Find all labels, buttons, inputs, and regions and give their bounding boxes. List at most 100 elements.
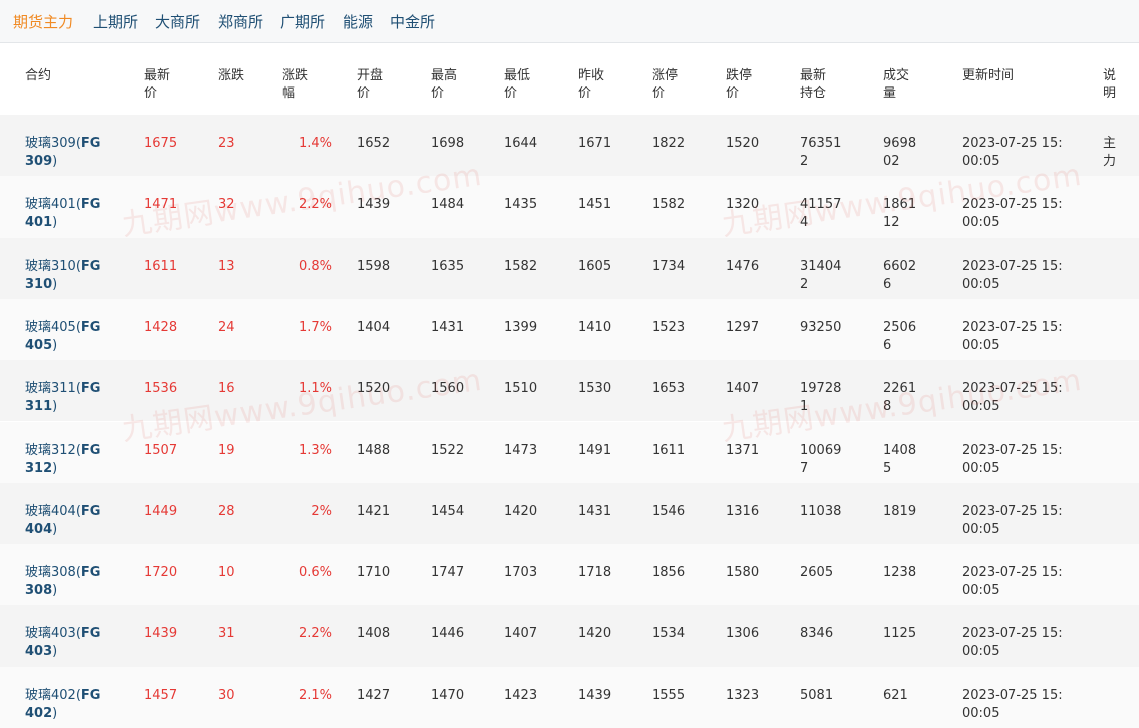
tab-main-futures[interactable]: 期货主力 [13,12,73,32]
cell-pct: 1.1% [298,381,332,397]
contract-name: 玻璃401( [25,197,81,213]
column-header: 更新时间 [962,68,1015,83]
table-row[interactable]: 玻璃308(FG 308) 1720 10 0.6% 1710 1747 1703 1718 18… [0,544,1139,606]
cell-last: 1536 [144,381,178,397]
cell-vol: 9698 02 [883,136,917,169]
cell-vol: 2506 6 [883,319,917,353]
column-header: 最高价 [431,68,458,101]
cell-time: 2023-07-25 15: 00:05 [962,258,1063,292]
cell-high: 1484 [431,197,465,213]
contract-month: 404 [25,521,53,537]
cell-down: 1323 [726,687,760,703]
cell-time: 2023-07-25 15: 00:05 [962,626,1063,660]
table-row[interactable]: 玻璃402(FG 402) 1457 30 2.1% 1427 1470 1423 1439 15… [0,666,1139,728]
cell-last: 1611 [144,258,178,274]
cell-low: 1399 [504,319,538,335]
contract-code: FG [80,626,101,642]
cell-chg: 24 [218,319,235,335]
cell-time: 2023-07-25 15: 00:05 [962,442,1063,476]
contract-link[interactable]: 玻璃405(FG 405) [25,319,110,355]
cell-chg: 32 [218,197,235,213]
contract-link[interactable]: 玻璃309(FG 309) [25,135,110,171]
cell-down: 1316 [726,503,760,519]
column-header: 最新 持仓 [800,68,827,101]
exchange-tabs: 期货主力 上期所 大商所 郑商所 广期所 能源 中金所 [0,0,1139,43]
table-row[interactable]: 玻璃312(FG 312) 1507 19 1.3% 1488 1522 1473 1491 16… [0,421,1139,483]
tab-gfex[interactable]: 广期所 [280,12,325,32]
tab-dce[interactable]: 大商所 [155,12,200,32]
cell-high: 1698 [431,136,465,151]
table-row[interactable]: 玻璃310(FG 310) 1611 13 0.8% 1598 1635 1582 1605 17… [0,237,1139,299]
cell-chg: 30 [218,687,235,703]
column-header: 合约 [25,68,52,83]
cell-low: 1435 [504,197,538,213]
cell-up: 1582 [652,197,686,213]
contract-name: 玻璃312( [25,442,81,458]
cell-low: 1473 [504,442,538,458]
cell-prev: 1439 [578,687,612,703]
cell-down: 1371 [726,442,760,458]
contract-name: 玻璃405( [25,319,81,335]
cell-vol: 1238 [883,565,917,581]
cell-low: 1407 [504,626,538,642]
cell-time: 2023-07-25 15: 00:05 [962,319,1063,353]
cell-last: 1439 [144,626,178,642]
contract-code: FG [80,319,101,335]
cell-chg: 19 [218,442,235,458]
cell-down: 1320 [726,197,760,213]
contract-link[interactable]: 玻璃310(FG 310) [25,258,110,294]
table-row[interactable]: 玻璃404(FG 404) 1449 28 2% 1421 1454 1420 1431 1546… [0,482,1139,545]
cell-oi: 11038 [800,503,842,519]
cell-oi: 76351 2 [800,136,842,169]
cell-down: 1297 [726,319,760,335]
cell-last: 1507 [144,442,178,458]
table-row[interactable]: 玻璃405(FG 405) 1428 24 1.7% 1404 1431 1399 1410 15… [0,298,1139,361]
column-header: 最低价 [504,68,531,101]
contract-link[interactable]: 玻璃403(FG 403) [25,625,110,661]
cell-open: 1404 [357,319,391,335]
contract-code: FG [80,687,101,703]
cell-pct: 2.2% [298,197,332,213]
cell-pct: 1.7% [298,319,332,335]
column-header: 跌停价 [726,68,753,101]
cell-pct: 2% [311,503,332,519]
contract-link[interactable]: 玻璃312(FG 312) [25,442,110,478]
cell-low: 1423 [504,687,538,703]
cell-pct: 1.3% [298,442,332,458]
cell-down: 1407 [726,381,760,397]
tab-czce[interactable]: 郑商所 [218,12,263,32]
cell-oi: 93250 [800,319,842,335]
table-row[interactable]: 玻璃311(FG 311) 1536 16 1.1% 1520 1560 1510 1530 16… [0,360,1139,422]
cell-open: 1488 [357,442,391,458]
contract-name: 玻璃310( [25,258,81,274]
table-row[interactable]: 玻璃309(FG 309) 1675 23 1.4% 1652 1698 1644 1671 18… [0,115,1139,177]
contract-link[interactable]: 玻璃401(FG 401) [25,196,110,232]
contract-link[interactable]: 玻璃308(FG 308) [25,564,110,600]
table-row[interactable]: 玻璃401(FG 401) 1471 32 2.2% 1439 1484 1435 1451 15… [0,176,1139,238]
cell-chg: 10 [218,565,235,581]
contract-link[interactable]: 玻璃404(FG 404) [25,503,110,539]
table-row[interactable]: 玻璃403(FG 403) 1439 31 2.2% 1408 1446 1407 1420 15… [0,605,1139,667]
cell-vol: 6602 6 [883,258,917,292]
cell-high: 1470 [431,687,465,703]
contract-month: 308 [25,583,53,599]
contract-link[interactable]: 玻璃402(FG 402) [25,687,110,723]
tab-ine[interactable]: 能源 [343,12,373,32]
column-header: 开盘价 [357,68,384,101]
contract-link[interactable]: 玻璃311(FG 311) [25,380,110,416]
column-header: 成交量 [883,68,910,101]
tab-shfe[interactable]: 上期所 [93,12,138,32]
cell-prev: 1671 [578,136,612,151]
contract-month: 310 [25,276,53,292]
cell-low: 1703 [504,565,538,581]
contract-code: FG [80,442,101,458]
cell-high: 1747 [431,565,465,581]
cell-time: 2023-07-25 15: 00:05 [962,503,1063,537]
tab-cffex[interactable]: 中金所 [390,12,435,32]
cell-high: 1446 [431,626,465,642]
cell-high: 1560 [431,381,465,397]
cell-chg: 28 [218,503,235,519]
cell-pct: 2.2% [298,626,332,642]
cell-low: 1420 [504,503,538,519]
cell-chg: 16 [218,381,235,397]
